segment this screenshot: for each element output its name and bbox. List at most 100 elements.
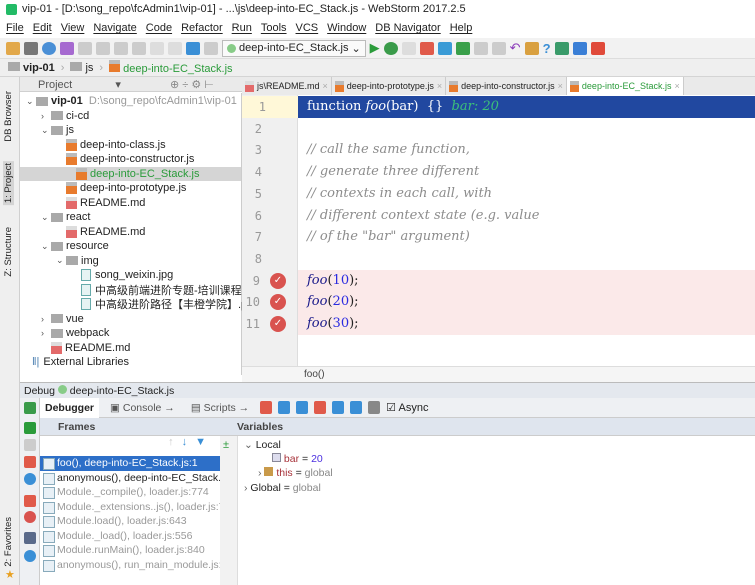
tree-file[interactable]: 中高级进阶路径【丰橙学院】.png xyxy=(71,297,259,312)
force-step-into-icon[interactable] xyxy=(314,401,327,414)
close-tab-icon[interactable]: × xyxy=(674,81,679,91)
tab-deep-into-constructor-js[interactable]: deep-into-constructor.js × xyxy=(446,77,567,95)
close-tab-icon[interactable]: × xyxy=(323,81,328,91)
breakpoint-icon[interactable]: ✓ xyxy=(270,272,286,289)
pause-icon[interactable] xyxy=(24,439,36,451)
menu-code[interactable]: Code xyxy=(146,22,172,35)
revert-icon[interactable]: ↶ xyxy=(510,40,521,56)
undo-icon[interactable] xyxy=(60,41,74,55)
coverage-icon[interactable] xyxy=(401,41,416,55)
vcs-commit-icon[interactable] xyxy=(455,41,470,55)
tree-file[interactable]: README.md xyxy=(56,196,145,211)
variable-local[interactable]: ⌄ Local xyxy=(244,439,281,451)
tab-deep-into-ec-stack-js[interactable]: deep-into-EC_Stack.js × xyxy=(566,77,684,95)
layout-icon[interactable] xyxy=(24,532,36,544)
tree-file[interactable]: deep-into-EC_Stack.js xyxy=(20,166,241,181)
step-over-icon[interactable] xyxy=(278,401,291,414)
frame-item[interactable]: Module.load(), loader.js:643 xyxy=(40,514,220,529)
vcs-update-icon[interactable] xyxy=(437,41,452,55)
structure-tab[interactable]: Z: Structure xyxy=(3,227,14,277)
replace-icon[interactable] xyxy=(168,41,182,55)
frame-item[interactable]: foo(), deep-into-EC_Stack.js:1 xyxy=(40,456,220,471)
evaluate-icon[interactable] xyxy=(368,401,381,414)
menu-vcs[interactable]: VCS xyxy=(296,22,319,35)
code-line[interactable]: // generate three different xyxy=(298,161,755,183)
tree-file[interactable]: 中高级前端进阶专题-培训课程-腾讯 xyxy=(71,283,267,298)
run-icon[interactable]: ▶ xyxy=(370,40,380,56)
chevron-right-icon[interactable]: › xyxy=(41,314,51,324)
breakpoint-icon[interactable]: ✓ xyxy=(270,316,286,332)
back-icon[interactable] xyxy=(186,41,200,55)
project-panel-title[interactable]: Project xyxy=(38,79,72,91)
chevron-down-icon[interactable]: ⌄ xyxy=(41,212,51,223)
menu-help[interactable]: Help xyxy=(450,22,473,35)
code-line[interactable]: // contexts in each call, with xyxy=(298,183,755,205)
code-line[interactable]: foo(30); xyxy=(298,313,755,335)
save-icon[interactable] xyxy=(24,41,38,55)
tree-folder[interactable]: › webpack xyxy=(41,326,109,341)
code-line[interactable]: function foo(bar) {} bar: 20 xyxy=(298,96,755,118)
db-disconnect-icon[interactable] xyxy=(590,41,605,55)
debug-icon[interactable] xyxy=(383,41,398,55)
code-line[interactable]: foo(10); xyxy=(298,269,755,292)
history-icon[interactable] xyxy=(491,41,506,55)
menu-view[interactable]: View xyxy=(61,22,85,35)
new-watch-icon[interactable]: ± xyxy=(223,439,229,451)
frame-item[interactable]: Module._compile(), loader.js:774 xyxy=(40,485,220,500)
tab-js-readme-md[interactable]: js\README.md × xyxy=(242,77,332,95)
redo-icon[interactable] xyxy=(78,41,92,55)
frame-item[interactable]: Module._extensions..js(), loader.js:78 xyxy=(40,500,220,515)
menu-navigate[interactable]: Navigate xyxy=(93,22,136,35)
variable-bar[interactable]: bar = 20 xyxy=(272,453,323,465)
resume-icon[interactable] xyxy=(24,422,36,434)
menu-db-navigator[interactable]: DB Navigator xyxy=(375,22,440,35)
chevron-down-icon[interactable]: ⌄ xyxy=(56,255,66,266)
menu-file[interactable]: File xyxy=(6,22,24,35)
tree-folder[interactable]: ⌄ react xyxy=(41,210,90,225)
restart-icon[interactable] xyxy=(24,473,36,485)
run-config-select[interactable]: deep-into-EC_Stack.js ⌄ xyxy=(222,39,366,57)
breadcrumb-js[interactable]: js xyxy=(70,61,93,74)
frame-item[interactable]: Module._load(), loader.js:556 xyxy=(40,529,220,544)
mute-breakpoints-icon[interactable] xyxy=(24,511,36,523)
forward-icon[interactable] xyxy=(204,41,218,55)
chevron-down-icon[interactable]: ⌄ xyxy=(41,241,51,252)
tab-deep-into-prototype-js[interactable]: deep-into-prototype.js × xyxy=(332,77,447,95)
sync-icon[interactable] xyxy=(42,41,56,55)
view-breakpoints-icon[interactable] xyxy=(24,495,36,507)
tab-scripts[interactable]: ▤ Scripts → xyxy=(186,400,254,416)
breadcrumb-file[interactable]: deep-into-EC_Stack.js xyxy=(109,60,233,75)
db-browser-tab[interactable]: DB Browser xyxy=(3,91,14,142)
frame-item[interactable]: anonymous(), run_main_module.js:17 xyxy=(40,558,220,573)
tree-file[interactable]: README.md xyxy=(41,341,130,356)
frame-item[interactable]: anonymous(), deep-into-EC_Stack.js:1 xyxy=(40,471,220,486)
filter-icon[interactable]: ▼ xyxy=(195,436,214,448)
tree-file[interactable]: ‖| External Libraries xyxy=(32,355,129,370)
copy-icon[interactable] xyxy=(114,41,128,55)
tree-folder[interactable]: ⌄ img xyxy=(56,254,99,269)
tree-file[interactable]: deep-into-constructor.js xyxy=(56,152,194,167)
frame-item[interactable]: Module.runMain(), loader.js:840 xyxy=(40,543,220,558)
step-out-icon[interactable] xyxy=(332,401,345,414)
code-line[interactable] xyxy=(298,118,755,140)
close-tab-icon[interactable]: × xyxy=(437,81,442,91)
tab-debugger[interactable]: Debugger xyxy=(40,397,100,418)
up-icon[interactable]: ↑ xyxy=(168,436,182,448)
tree-folder[interactable]: ⌄ js xyxy=(41,123,74,138)
paste-icon[interactable] xyxy=(132,41,146,55)
db-connect-icon[interactable] xyxy=(572,41,587,55)
tree-file[interactable]: deep-into-class.js xyxy=(56,138,166,153)
code-line[interactable]: // different context state (e.g. value xyxy=(298,205,755,227)
stop-icon[interactable] xyxy=(419,41,434,55)
project-tab[interactable]: 1: Project xyxy=(3,161,14,206)
show-execution-point-icon[interactable] xyxy=(260,401,273,414)
tree-root[interactable]: ⌄ vip-01 D:\song_repo\fcAdmin1\vip-01 xyxy=(26,94,237,109)
menu-run[interactable]: Run xyxy=(232,22,252,35)
menu-tools[interactable]: Tools xyxy=(261,22,287,35)
tree-file[interactable]: song_weixin.jpg xyxy=(71,268,173,283)
close-tab-icon[interactable]: × xyxy=(558,81,563,91)
open-icon[interactable] xyxy=(6,41,20,55)
tab-console[interactable]: ▣ Console → xyxy=(105,400,180,416)
panel-actions-icon[interactable]: ⊕ ÷ ⚙ ⊢ xyxy=(170,78,214,91)
chevron-right-icon[interactable]: › xyxy=(41,111,51,121)
